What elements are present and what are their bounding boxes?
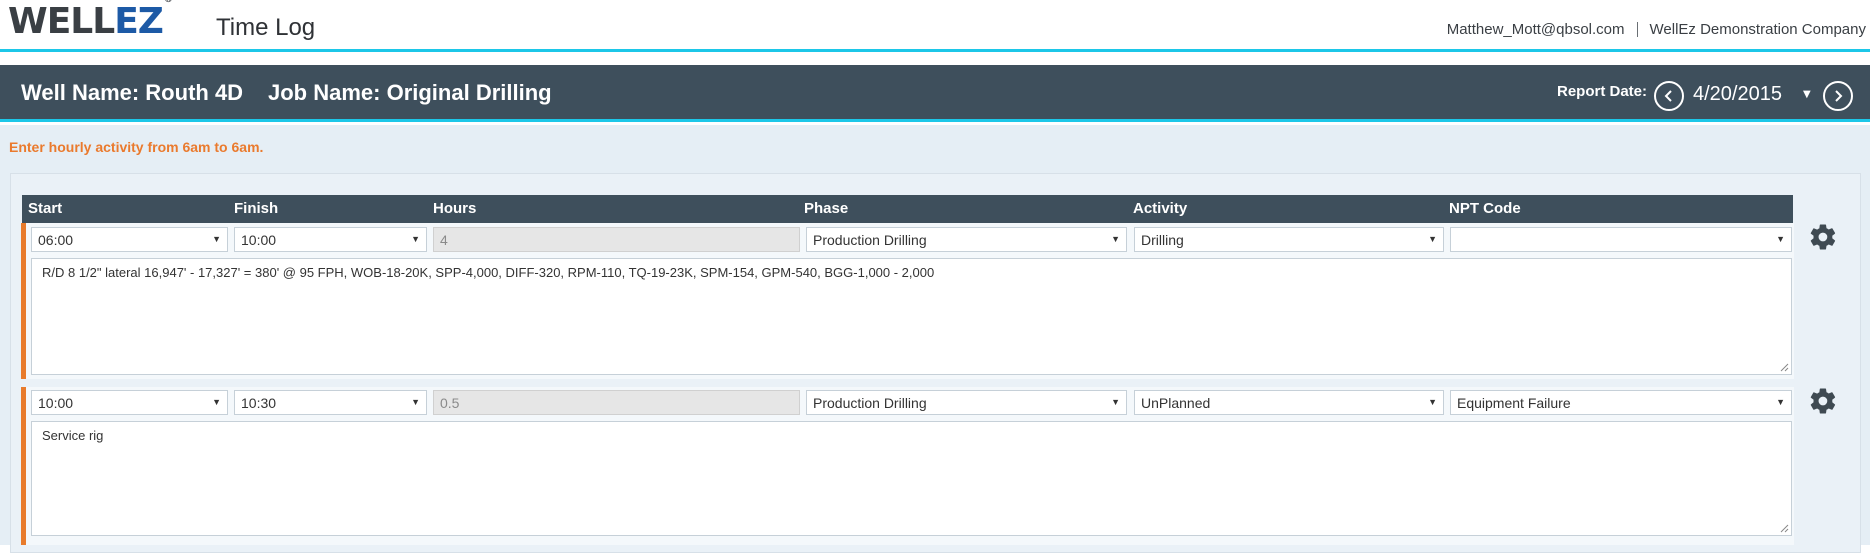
activity-value: Drilling [1141,232,1184,248]
user-email-link[interactable]: Matthew_Mott@qbsol.com [1447,21,1625,38]
next-date-button[interactable] [1823,81,1853,111]
start-time-value: 06:00 [38,232,74,248]
resize-grip-icon[interactable] [1780,524,1789,533]
logo-text-accent: EZ [114,1,164,42]
chevron-down-icon: ▼ [212,234,221,244]
npt-code-value: Equipment Failure [1457,395,1571,411]
start-time-select[interactable]: 10:00 ▼ [31,390,228,415]
page-title: Time Log [216,14,316,41]
finish-time-select[interactable]: 10:30 ▼ [234,390,427,415]
previous-date-button[interactable] [1654,81,1684,111]
top-bar: WELL EZ ® Time Log Matthew_Mott@qbsol.com … [0,0,1870,52]
start-time-select[interactable]: 06:00 ▼ [31,227,228,252]
job-name: Job Name: Original Drilling [268,80,552,105]
hours-value: 4 [440,232,448,248]
well-header: Well Name: Routh 4D Job Name: Original D… [0,65,1870,122]
chevron-down-icon: ▼ [1776,397,1785,407]
activity-select[interactable]: Drilling ▼ [1134,227,1444,252]
npt-code-select[interactable]: Equipment Failure ▼ [1450,390,1792,415]
finish-time-value: 10:30 [241,395,277,411]
time-log-entry: 06:00 ▼ 10:00 ▼ 4 Production Drilling ▼ Dri… [21,223,1794,379]
divider [1636,22,1638,37]
report-date-label: Report Date: [1557,83,1648,100]
column-start: Start [28,200,63,217]
column-hours: Hours [433,200,477,217]
column-phase: Phase [804,200,849,217]
time-log-column-header: Start Finish Hours Phase Activity NPT Co… [22,195,1793,223]
column-activity: Activity [1133,200,1188,217]
finish-time-value: 10:00 [241,232,277,248]
instructions-text: Enter hourly activity from 6am to 6am. [9,139,264,155]
well-name: Well Name: Routh 4D [21,80,244,105]
chevron-down-icon: ▼ [411,397,420,407]
logo-text-main: WELL [8,1,115,42]
user-info: Matthew_Mott@qbsol.com WellEz Demonstrat… [1447,21,1866,38]
wellez-logo[interactable]: WELL EZ ® [8,0,173,42]
hours-field: 4 [433,227,800,252]
company-name-link[interactable]: WellEz Demonstration Company [1650,21,1866,38]
chevron-down-icon: ▼ [411,234,420,244]
phase-value: Production Drilling [813,232,927,248]
resize-grip-icon[interactable] [1780,363,1789,372]
finish-time-select[interactable]: 10:00 ▼ [234,227,427,252]
activity-notes-textarea[interactable]: R/D 8 1/2" lateral 16,947' - 17,327' = 3… [31,258,1792,375]
chevron-down-icon: ▼ [1111,234,1120,244]
column-finish: Finish [234,200,279,217]
report-date-value[interactable]: 4/20/2015 [1693,83,1782,106]
phase-select[interactable]: Production Drilling ▼ [806,390,1127,415]
npt-code-select[interactable]: ▼ [1450,227,1792,252]
chevron-down-icon: ▼ [1428,234,1437,244]
chevron-down-icon: ▼ [1776,234,1785,244]
activity-notes-textarea[interactable]: Service rig [31,421,1792,536]
chevron-left-icon [1664,90,1672,102]
activity-notes-text: Service rig [42,428,104,443]
column-npt-code: NPT Code [1449,200,1521,217]
chevron-down-icon: ▼ [212,397,221,407]
date-dropdown-icon[interactable]: ▼ [1803,89,1811,100]
start-time-value: 10:00 [38,395,74,411]
activity-value: UnPlanned [1141,395,1211,411]
gear-icon[interactable] [1808,386,1838,416]
phase-select[interactable]: Production Drilling ▼ [806,227,1127,252]
hours-value: 0.5 [440,395,460,411]
chevron-down-icon: ▼ [1111,397,1120,407]
time-log-entry: 10:00 ▼ 10:30 ▼ 0.5 Production Drilling ▼ U… [21,387,1794,545]
logo-registered-mark: ® [163,0,173,5]
activity-notes-text: R/D 8 1/2" lateral 16,947' - 17,327' = 3… [42,265,935,280]
activity-select[interactable]: UnPlanned ▼ [1134,390,1444,415]
chevron-right-icon [1835,90,1843,102]
chevron-down-icon: ▼ [1428,397,1437,407]
hours-field: 0.5 [433,390,800,415]
gear-icon[interactable] [1808,222,1838,252]
phase-value: Production Drilling [813,395,927,411]
